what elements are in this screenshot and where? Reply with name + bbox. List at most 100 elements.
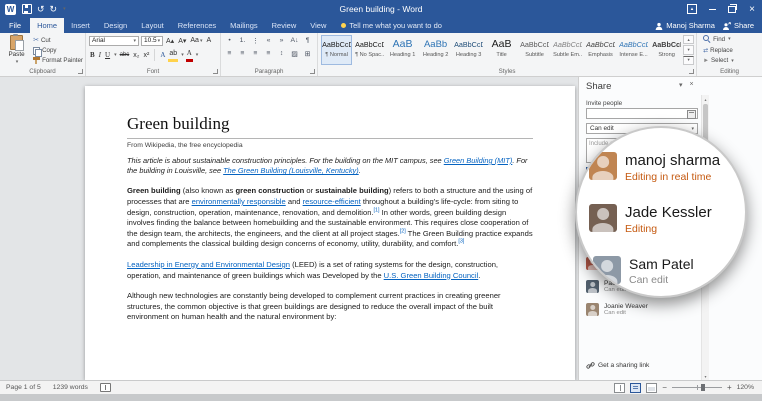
justify-button[interactable]: ≡ (263, 48, 274, 59)
copy-button[interactable]: Copy (33, 46, 83, 57)
share-button-titlebar[interactable]: Share (722, 21, 754, 30)
font-dialog-launcher-icon[interactable] (213, 69, 219, 74)
bold-button[interactable]: B (89, 50, 96, 61)
strikethrough-button[interactable]: abc (119, 50, 131, 61)
highlight-dropdown-icon[interactable]: ▾ (181, 52, 184, 58)
font-color-button[interactable]: A (185, 48, 193, 62)
account-user[interactable]: Manoj Sharma (655, 21, 715, 30)
tab-references[interactable]: References (171, 18, 223, 33)
style-heading-2[interactable]: AaBb Heading 2 (420, 35, 451, 65)
underline-dropdown-icon[interactable]: ▾ (114, 52, 117, 58)
find-button[interactable]: Find ▾ (703, 35, 760, 44)
tab-insert[interactable]: Insert (64, 18, 97, 33)
get-sharing-link[interactable]: Get a sharing link (586, 361, 649, 370)
tab-design[interactable]: Design (97, 18, 134, 33)
print-layout-button[interactable] (630, 382, 642, 393)
change-case-button[interactable]: Aa ▾ (189, 35, 203, 46)
underline-button[interactable]: U (104, 50, 111, 61)
decrease-indent-button[interactable]: « (263, 35, 274, 46)
read-mode-button[interactable] (614, 382, 626, 393)
styles-scroll-up-icon[interactable]: ▴ (683, 35, 695, 45)
document-page[interactable]: Green building From Wikipedia, the free … (85, 86, 575, 380)
style-heading-1[interactable]: AaB Heading 1 (387, 35, 418, 65)
paste-dropdown-icon[interactable]: ▾ (16, 59, 19, 65)
style-subtle-emphasis[interactable]: AaBbCcDc Subtle Em... (552, 35, 583, 65)
style-normal[interactable]: AaBbCcDc ¶ Normal (321, 35, 353, 65)
borders-button[interactable]: ⊞ (302, 48, 313, 59)
align-right-button[interactable]: ≡ (250, 48, 261, 59)
increase-indent-button[interactable]: » (276, 35, 287, 46)
style-title[interactable]: AaB Title (486, 35, 517, 65)
style-heading-3[interactable]: AaBbCcD Heading 3 (453, 35, 484, 65)
numbering-button[interactable]: 1. (237, 35, 248, 46)
save-icon[interactable] (22, 4, 32, 14)
grow-font-button[interactable]: A▴ (165, 35, 175, 46)
sort-button[interactable]: A↓ (289, 35, 300, 46)
scroll-up-icon[interactable]: ▴ (702, 95, 709, 103)
close-pane-icon[interactable]: × (690, 81, 694, 89)
font-size-dropdown-icon[interactable]: ▾ (158, 38, 161, 44)
tab-file[interactable]: File (0, 18, 30, 33)
bullets-button[interactable]: • (224, 35, 235, 46)
tab-layout[interactable]: Layout (134, 18, 171, 33)
font-family-dropdown-icon[interactable]: ▾ (133, 38, 136, 44)
tab-review[interactable]: Review (265, 18, 304, 33)
paragraph-dialog-launcher-icon[interactable] (310, 69, 316, 74)
font-color-dropdown-icon[interactable]: ▾ (196, 52, 199, 58)
restore-icon[interactable] (722, 0, 742, 18)
undo-icon[interactable]: ↺ (37, 4, 45, 14)
show-paragraph-marks-button[interactable]: ¶ (302, 35, 313, 46)
subscript-button[interactable]: x₂ (132, 50, 140, 61)
style-emphasis[interactable]: AaBbCcDc Emphasis (585, 35, 616, 65)
align-left-button[interactable]: ≡ (224, 48, 235, 59)
invite-people-input[interactable] (586, 108, 698, 119)
styles-dialog-launcher-icon[interactable] (689, 69, 695, 74)
style-subtitle[interactable]: AaBbCcDc Subtitle (519, 35, 550, 65)
styles-scroll-down-icon[interactable]: ▾ (683, 45, 695, 55)
zoom-slider[interactable] (671, 384, 722, 391)
style-no-spacing[interactable]: AaBbCcDc ¶ No Spac... (354, 35, 385, 65)
align-center-button[interactable]: ≡ (237, 48, 248, 59)
address-book-icon[interactable] (687, 110, 696, 119)
cut-button[interactable]: ✂ Cut (33, 36, 83, 45)
italic-button[interactable]: I (98, 50, 102, 61)
word-count[interactable]: 1239 words (47, 384, 94, 391)
tell-me-box[interactable]: Tell me what you want to do (341, 18, 442, 33)
zoom-in-button[interactable]: + (727, 383, 732, 392)
zoom-level[interactable]: 120% (737, 384, 754, 391)
format-painter-button[interactable]: Format Painter (33, 56, 83, 65)
font-size-combobox[interactable]: 10.5 ▾ (141, 35, 163, 46)
shrink-font-button[interactable]: A▾ (177, 35, 187, 46)
zoom-slider-thumb[interactable] (700, 384, 705, 391)
tab-mailings[interactable]: Mailings (223, 18, 265, 33)
clear-formatting-button[interactable]: A (205, 35, 212, 46)
style-strong[interactable]: AaBbCcDc Strong (651, 35, 682, 65)
shading-button[interactable]: ▨ (289, 48, 300, 59)
font-family-combobox[interactable]: Arial ▾ (89, 35, 139, 46)
web-layout-button[interactable] (646, 382, 658, 393)
ribbon-display-options-icon[interactable]: ▴ (682, 0, 702, 18)
line-spacing-button[interactable]: ↕ (276, 48, 287, 59)
minimize-icon[interactable] (702, 0, 722, 18)
proofing-status[interactable] (94, 383, 117, 392)
pane-options-icon[interactable]: ▾ (679, 81, 683, 89)
style-intense-emphasis[interactable]: AaBbCcDc Intense E... (618, 35, 649, 65)
page-indicator[interactable]: Page 1 of 5 (0, 384, 47, 391)
tab-view[interactable]: View (303, 18, 333, 33)
select-button[interactable]: ► Select ▾ (703, 56, 760, 65)
close-icon[interactable]: × (742, 0, 762, 18)
multilevel-list-button[interactable]: ⋮ (250, 35, 261, 46)
find-dropdown-icon[interactable]: ▾ (728, 36, 731, 42)
styles-more-icon[interactable]: ▾ (683, 55, 695, 65)
zoom-out-button[interactable]: − (662, 383, 667, 392)
highlight-color-button[interactable]: ab (168, 48, 179, 62)
select-dropdown-icon[interactable]: ▾ (731, 58, 734, 64)
person-row[interactable]: Joanie Weaver Can edit (586, 300, 700, 318)
tab-home[interactable]: Home (30, 18, 65, 33)
superscript-button[interactable]: x² (143, 50, 151, 61)
text-effects-button[interactable]: A (159, 50, 166, 61)
scroll-down-icon[interactable]: ▾ (702, 372, 709, 380)
customize-qat-icon[interactable]: ▾ (63, 6, 66, 12)
clipboard-dialog-launcher-icon[interactable] (78, 69, 83, 74)
paste-button[interactable]: Paste ▾ (3, 34, 30, 65)
